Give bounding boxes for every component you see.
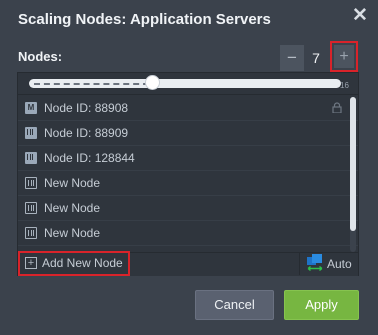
auto-button[interactable]: Auto	[306, 254, 356, 274]
new-node-icon	[25, 177, 37, 189]
increase-nodes-button[interactable]: +	[334, 45, 354, 68]
node-list-scrollbar[interactable]	[350, 97, 356, 252]
footer-divider	[299, 252, 300, 275]
nodes-slider[interactable]: 16	[18, 73, 358, 95]
node-label: New Node	[44, 201, 101, 215]
dialog-title: Scaling Nodes: Application Servers	[18, 11, 271, 28]
node-label: New Node	[44, 176, 101, 190]
lock-icon[interactable]	[332, 102, 342, 113]
add-icon: +	[25, 257, 37, 269]
slider-filled-range	[34, 83, 159, 85]
scrollbar-thumb[interactable]	[350, 97, 356, 231]
node-label: Node ID: 88909	[44, 126, 129, 140]
node-label: Node ID: 88908	[44, 101, 129, 115]
new-node-icon	[25, 227, 37, 239]
node-list: M Node ID: 88908 Node ID: 88909 Node ID:…	[18, 96, 358, 246]
node-label: New Node	[44, 226, 101, 240]
auto-scaling-icon	[307, 254, 323, 272]
slider-thumb[interactable]	[145, 75, 160, 90]
list-item[interactable]: Node ID: 88909	[18, 121, 358, 146]
apply-button[interactable]: Apply	[284, 290, 359, 320]
list-item[interactable]: Node ID: 128844	[18, 146, 358, 171]
slider-max-label: 16	[340, 81, 349, 90]
node-label: Node ID: 128844	[44, 151, 135, 165]
new-node-icon	[25, 202, 37, 214]
nodes-panel: 16 M Node ID: 88908 Node ID: 88909 Node …	[17, 72, 359, 276]
auto-label: Auto	[327, 257, 352, 271]
list-item[interactable]: New Node	[18, 221, 358, 246]
close-icon[interactable]: ✕	[352, 6, 368, 25]
list-item[interactable]: M Node ID: 88908	[18, 96, 358, 121]
nodes-count: 7	[312, 50, 320, 66]
cancel-button[interactable]: Cancel	[195, 290, 274, 320]
master-node-icon: M	[25, 102, 37, 114]
scaling-dialog: Scaling Nodes: Application Servers ✕ Nod…	[0, 0, 378, 335]
add-new-node-label: Add New Node	[42, 256, 123, 270]
decrease-nodes-button[interactable]: −	[280, 45, 304, 71]
list-item[interactable]: New Node	[18, 171, 358, 196]
list-item[interactable]: New Node	[18, 196, 358, 221]
node-icon	[25, 152, 37, 164]
add-new-node-button[interactable]: + Add New Node	[21, 254, 127, 273]
node-icon	[25, 127, 37, 139]
nodes-label: Nodes:	[18, 49, 63, 64]
